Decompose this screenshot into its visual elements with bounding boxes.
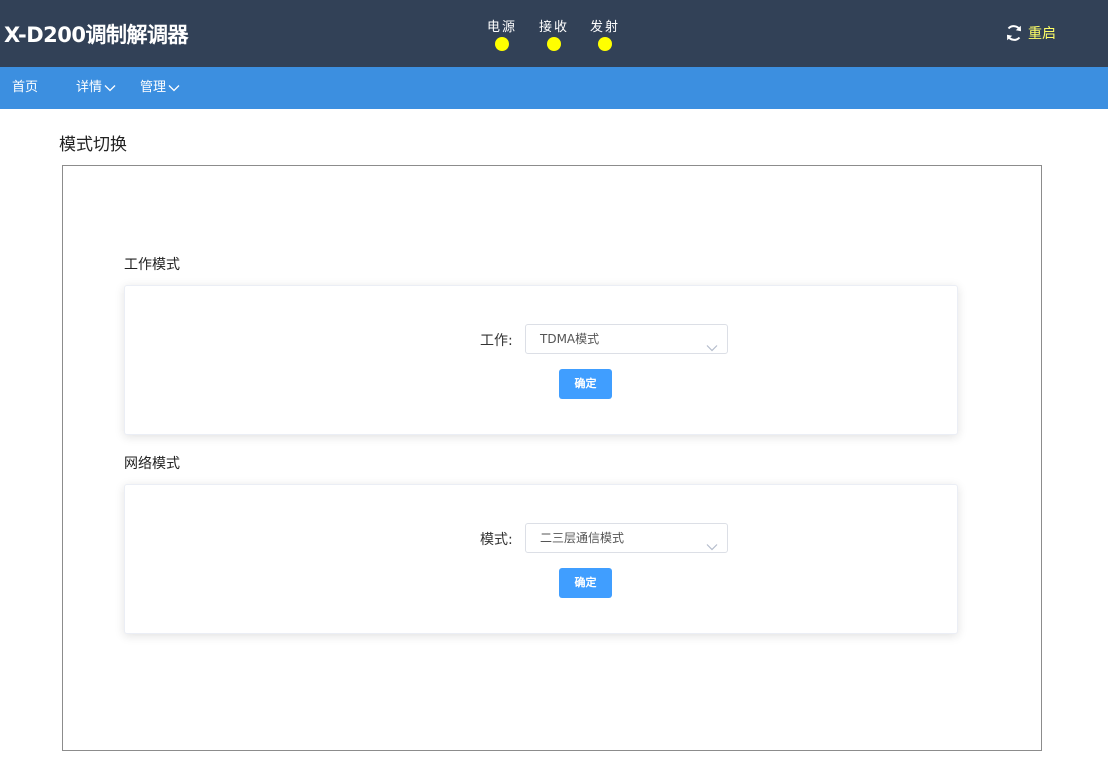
work-mode-select-value: TDMA模式: [540, 332, 600, 346]
network-mode-select-value: 二三层通信模式: [540, 531, 625, 545]
nav-item-manage-label: 管理: [140, 80, 167, 95]
indicator-power: 电源: [482, 16, 522, 51]
indicator-receive-label: 接收: [538, 20, 569, 35]
restart-button[interactable]: 重启: [1004, 22, 1056, 44]
work-mode-select[interactable]: TDMA模式: [525, 324, 728, 354]
indicator-power-label: 电源: [486, 20, 517, 35]
network-mode-card: 模式: 二三层通信模式 确定: [124, 484, 958, 634]
network-mode-field-label: 模式:: [480, 532, 513, 548]
indicator-transmit: 发射: [585, 16, 625, 51]
work-mode-section-title: 工作模式: [124, 257, 180, 273]
work-mode-field-label: 工作:: [480, 333, 513, 349]
network-mode-section-title: 网络模式: [124, 456, 180, 472]
indicator-receive: 接收: [534, 16, 574, 51]
chevron-down-icon: [706, 334, 718, 362]
receive-status-dot-icon: [547, 37, 561, 51]
nav-item-manage[interactable]: 管理: [140, 67, 180, 109]
work-mode-card: 工作: TDMA模式 确定: [124, 285, 958, 435]
nav-item-details-label: 详情: [76, 80, 103, 95]
main-navbar: 首页 详情 管理: [0, 67, 1108, 109]
nav-item-details[interactable]: 详情: [76, 67, 116, 109]
nav-item-home-label: 首页: [12, 80, 39, 95]
transmit-status-dot-icon: [598, 37, 612, 51]
nav-item-home[interactable]: 首页: [12, 67, 38, 109]
restart-label: 重启: [1028, 26, 1056, 42]
refresh-icon: [1004, 23, 1024, 43]
chevron-down-icon: [706, 533, 718, 561]
chevron-down-icon: [104, 84, 116, 92]
power-status-dot-icon: [495, 37, 509, 51]
indicator-transmit-label: 发射: [589, 20, 620, 35]
network-mode-confirm-button[interactable]: 确定: [559, 568, 612, 598]
work-mode-confirm-button[interactable]: 确定: [559, 369, 612, 399]
chevron-down-icon: [168, 84, 180, 92]
app-title: X-D200调制解调器: [4, 23, 188, 47]
page-title: 模式切换: [59, 135, 127, 155]
top-header: X-D200调制解调器 电源 接收 发射 重启: [0, 0, 1108, 67]
network-mode-select[interactable]: 二三层通信模式: [525, 523, 728, 553]
mode-switch-panel: [62, 165, 1042, 751]
